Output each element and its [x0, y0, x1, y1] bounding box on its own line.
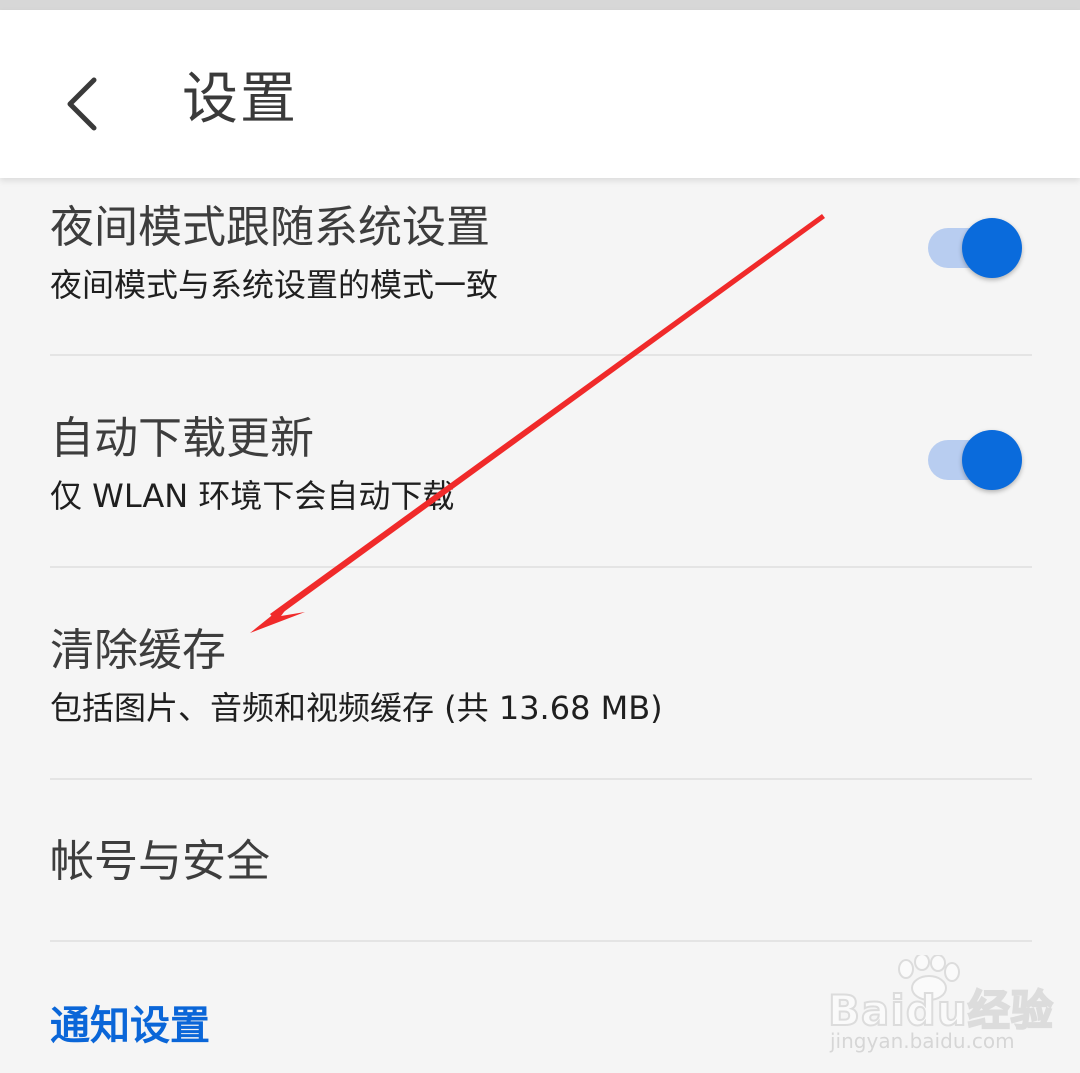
watermark-url: jingyan.baidu.com — [830, 1029, 1015, 1053]
section-header-notifications: 通知设置 — [50, 1003, 210, 1049]
auto-download-toggle[interactable] — [926, 426, 1026, 496]
setting-row-account-security[interactable]: 帐号与安全 — [0, 780, 1080, 942]
app-header: 设置 — [0, 10, 1080, 178]
chevron-left-icon — [67, 77, 97, 131]
divider — [50, 940, 1032, 942]
setting-title-night-mode: 夜间模式跟随系统设置 — [50, 202, 490, 253]
setting-row-clear-cache[interactable]: 清除缓存 包括图片、音频和视频缓存 (共 13.68 MB) — [0, 568, 1080, 780]
toggle-knob — [962, 430, 1022, 490]
setting-row-auto-download[interactable]: 自动下载更新 仅 WLAN 环境下会自动下载 — [0, 356, 1080, 568]
setting-row-night-mode[interactable]: 夜间模式跟随系统设置 夜间模式与系统设置的模式一致 — [0, 178, 1080, 356]
setting-subtitle-night-mode: 夜间模式与系统设置的模式一致 — [50, 266, 499, 304]
setting-subtitle-auto-download: 仅 WLAN 环境下会自动下载 — [50, 477, 455, 515]
toggle-knob — [962, 218, 1022, 278]
setting-subtitle-clear-cache: 包括图片、音频和视频缓存 (共 13.68 MB) — [50, 689, 663, 727]
page-title: 设置 — [182, 67, 298, 132]
setting-title-auto-download: 自动下载更新 — [50, 413, 314, 464]
setting-title-account-security: 帐号与安全 — [50, 836, 270, 887]
status-bar-strip — [0, 0, 1080, 10]
night-mode-toggle[interactable] — [926, 214, 1026, 284]
baidu-jingyan-watermark: Baidu经验 jingyan.baidu.com — [827, 955, 1054, 1055]
setting-title-clear-cache: 清除缓存 — [50, 625, 226, 676]
back-button[interactable] — [50, 60, 120, 140]
